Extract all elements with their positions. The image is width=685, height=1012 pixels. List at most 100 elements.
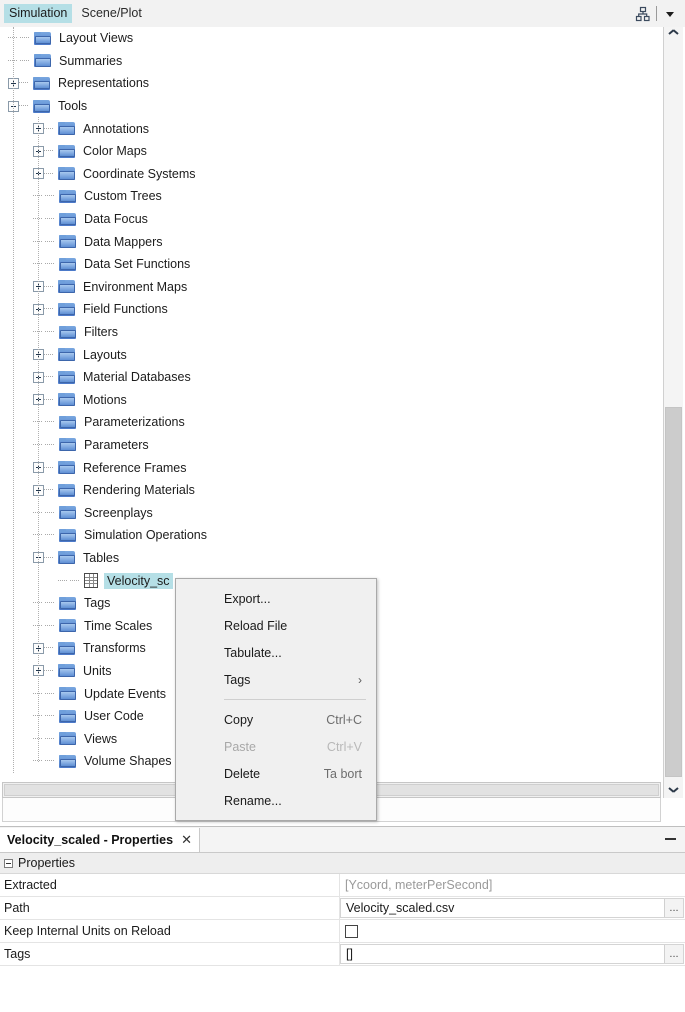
tree-connector	[19, 105, 28, 107]
folder-icon	[59, 415, 76, 429]
folder-icon	[59, 687, 76, 701]
checkbox-keep-internal-units[interactable]	[345, 924, 358, 938]
tree-item-data-set-functions[interactable]: Data Set Functions	[0, 253, 663, 276]
menu-item-reload-file[interactable]: Reload File	[176, 612, 376, 639]
tree-item-label: Views	[84, 731, 118, 746]
tree-item-label: Coordinate Systems	[83, 166, 196, 181]
folder-icon	[58, 461, 75, 475]
tree-connector	[44, 308, 53, 310]
tree-item-tables[interactable]: Tables	[0, 547, 663, 570]
properties-tab[interactable]: Velocity_scaled - Properties ✕	[0, 827, 200, 852]
ellipsis-button[interactable]: ...	[664, 899, 683, 917]
menu-item-copy[interactable]: Copy Ctrl+C	[176, 706, 376, 733]
tree-item-parameters[interactable]: Parameters	[0, 434, 663, 457]
tree-connector	[19, 82, 28, 84]
menu-item-delete[interactable]: Delete Ta bort	[176, 760, 376, 787]
ellipsis-button[interactable]: ...	[664, 945, 683, 963]
folder-icon	[58, 122, 75, 136]
tree-item-filters[interactable]: Filters	[0, 321, 663, 344]
menu-item-tags[interactable]: Tags ›	[176, 666, 376, 693]
tree-item-layouts[interactable]: Layouts	[0, 343, 663, 366]
properties-group-header[interactable]: Properties	[0, 853, 685, 874]
tree-connector	[45, 263, 54, 265]
menu-item-shortcut: Ctrl+V	[326, 739, 362, 754]
folder-icon	[58, 370, 75, 384]
tree-item-custom-trees[interactable]: Custom Trees	[0, 185, 663, 208]
tab-simulation[interactable]: Simulation	[4, 4, 73, 23]
tree-item-label: Transforms	[83, 641, 146, 656]
tree-item-label: Summaries	[59, 53, 123, 68]
tree-item-motions[interactable]: Motions	[0, 389, 663, 412]
tree-item-label: Filters	[84, 325, 119, 340]
scroll-up-icon[interactable]	[664, 27, 683, 44]
scroll-down-icon[interactable]	[664, 781, 683, 798]
tree-connector	[44, 669, 53, 672]
tree-item-simulation-operations[interactable]: Simulation Operations	[0, 524, 663, 547]
tree-connector	[45, 421, 54, 423]
tree-item-label: Material Databases	[83, 370, 191, 385]
property-row: Extracted [Ycoord, meterPerSecond]	[0, 874, 685, 897]
chevron-down-icon[interactable]	[661, 5, 679, 23]
property-value-text: [Ycoord, meterPerSecond]	[345, 878, 493, 892]
collapse-icon[interactable]	[4, 858, 13, 868]
tree-item-color-maps[interactable]: Color Maps	[0, 140, 663, 163]
folder-icon	[59, 528, 76, 542]
folder-icon	[59, 596, 76, 610]
chevron-right-icon: ›	[358, 672, 362, 687]
tree-vscroll-thumb[interactable]	[665, 407, 682, 777]
tree-connector	[45, 715, 54, 717]
tree-item-field-functions[interactable]: Field Functions	[0, 298, 663, 321]
tree-item-annotations[interactable]: Annotations	[0, 117, 663, 140]
tree-item-parameterizations[interactable]: Parameterizations	[0, 411, 663, 434]
folder-icon	[58, 641, 75, 655]
tree-item-label: Layouts	[83, 347, 127, 362]
folder-icon	[58, 144, 75, 158]
menu-item-rename[interactable]: Rename...	[176, 787, 376, 814]
property-value-text: []	[346, 947, 353, 961]
tree-item-label: Motions	[83, 392, 127, 407]
tree-item-summaries[interactable]: Summaries	[0, 50, 663, 73]
tree-item-reference-frames[interactable]: Reference Frames	[0, 456, 663, 479]
object-tree-icon[interactable]	[634, 5, 652, 23]
tree-item-data-mappers[interactable]: Data Mappers	[0, 230, 663, 253]
properties-panel-filler	[0, 966, 685, 1012]
tree-connector	[70, 579, 79, 582]
tree-vertical-scrollbar[interactable]	[663, 27, 683, 798]
tab-scene-plot[interactable]: Scene/Plot	[76, 4, 146, 23]
tree-context-menu[interactable]: Export... Reload File Tabulate... Tags › Copy…	[175, 578, 377, 821]
tree-connector	[44, 556, 53, 559]
tree-guide-line	[38, 117, 40, 762]
tree-item-tools[interactable]: Tools	[0, 95, 663, 118]
tree-item-screenplays[interactable]: Screenplays	[0, 501, 663, 524]
property-value[interactable]: []...	[340, 944, 684, 964]
property-value[interactable]: Velocity_scaled.csv...	[340, 898, 684, 918]
tree-item-environment-maps[interactable]: Environment Maps	[0, 276, 663, 299]
tree-item-label: Screenplays	[84, 505, 153, 520]
tree-item-label: Rendering Materials	[83, 483, 195, 498]
properties-rows: Extracted [Ycoord, meterPerSecond] Path Vel…	[0, 874, 685, 966]
tree-item-material-databases[interactable]: Material Databases	[0, 366, 663, 389]
folder-icon	[33, 99, 50, 113]
tree-item-rendering-materials[interactable]: Rendering Materials	[0, 479, 663, 502]
tree-connector	[45, 737, 54, 740]
property-value[interactable]	[340, 920, 685, 942]
tree-item-representations[interactable]: Representations	[0, 72, 663, 95]
tree-item-layout-views[interactable]: Layout Views	[0, 27, 663, 50]
menu-item-tabulate[interactable]: Tabulate...	[176, 639, 376, 666]
close-icon[interactable]: ✕	[181, 833, 192, 846]
minimize-icon[interactable]	[663, 832, 677, 846]
tree-item-coordinate-systems[interactable]: Coordinate Systems	[0, 163, 663, 186]
folder-icon	[34, 54, 51, 68]
tree-item-data-focus[interactable]: Data Focus	[0, 208, 663, 231]
menu-item-export[interactable]: Export...	[176, 585, 376, 612]
folder-icon	[58, 280, 75, 294]
folder-icon	[58, 302, 75, 316]
